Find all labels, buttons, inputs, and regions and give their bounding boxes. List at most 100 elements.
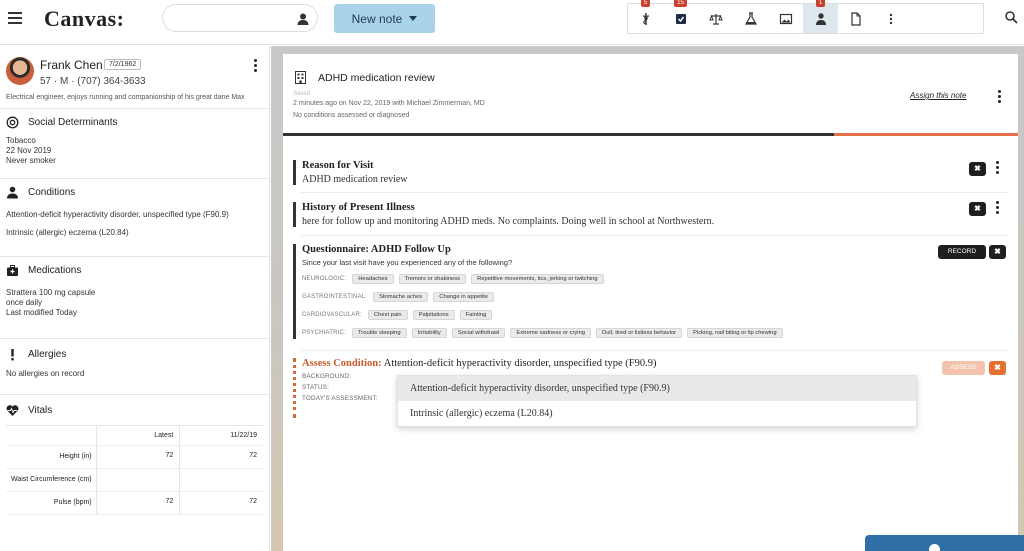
target-icon: [6, 116, 19, 129]
symptom-tag[interactable]: Picking, nail biting or lip chewing: [687, 328, 783, 338]
progress-fill: [283, 133, 835, 136]
questionnaire-row: NEUROLOGIC: Headaches Tremors or shakine…: [302, 273, 953, 285]
scale-tool[interactable]: [698, 4, 733, 33]
section-header[interactable]: Allergies: [0, 339, 269, 369]
close-button[interactable]: ✖: [989, 245, 1006, 259]
search-input[interactable]: [175, 11, 285, 23]
symptom-tag[interactable]: Social withdrawl: [451, 328, 506, 338]
condition-item[interactable]: Attention-deficit hyperactivity disorder…: [6, 210, 263, 220]
new-note-button[interactable]: New note: [334, 4, 435, 33]
section-header[interactable]: Social Determinants: [0, 109, 269, 136]
record-button[interactable]: RECORD: [938, 245, 986, 259]
close-button[interactable]: ✖: [969, 202, 986, 216]
patient-name[interactable]: Frank Chen: [40, 58, 103, 72]
assess-button[interactable]: ASSESS: [942, 361, 985, 375]
symptom-tag[interactable]: Tremors or shakiness: [398, 274, 467, 284]
more-tool[interactable]: [873, 4, 908, 33]
symptom-tag[interactable]: Trouble sleeping: [351, 328, 407, 338]
medication-name[interactable]: Strattera 100 mg capsule: [6, 288, 263, 298]
note-header: ADHD medication review Saved 2 minutes a…: [283, 54, 1018, 136]
close-button[interactable]: ✖: [969, 162, 986, 176]
menu-icon[interactable]: [8, 12, 22, 24]
close-button[interactable]: ✖: [989, 361, 1006, 375]
chevron-down-icon: [409, 16, 418, 21]
symptom-tag[interactable]: Palpitations: [412, 310, 455, 320]
more-vertical-icon[interactable]: [998, 90, 1001, 103]
questionnaire-row: CARDIOVASCULAR: Chest pain Palpitations …: [302, 309, 953, 321]
document-tool[interactable]: [838, 4, 873, 33]
symptom-tag[interactable]: Stomache aches: [373, 292, 429, 302]
section-body: Tobacco 22 Nov 2019 Never smoker: [0, 136, 269, 174]
dob-badge: 7/2/1962: [104, 59, 142, 70]
symptom-tag[interactable]: Repetitive movements, tics, jerking or t…: [471, 274, 604, 284]
section-title: Vitals: [28, 404, 53, 416]
vital-value: 72: [95, 492, 180, 514]
condition-item[interactable]: Intrinsic (allergic) eczema (L20.84): [6, 228, 263, 238]
column-header: Latest: [95, 426, 180, 445]
medications-section: Medications Strattera 100 mg capsule onc…: [0, 256, 269, 338]
questionnaire-row: GASTROINTESTINAL: Stomache aches Change …: [302, 291, 953, 303]
questionnaire-subtitle: Since your last visit have you experienc…: [302, 258, 513, 267]
search-icon[interactable]: [1004, 10, 1018, 24]
section-header[interactable]: Vitals: [0, 395, 269, 425]
symptom-tag[interactable]: Fainting: [459, 310, 493, 320]
more-vertical-icon[interactable]: [996, 161, 999, 174]
dropdown-option[interactable]: Intrinsic (allergic) eczema (L20.84): [398, 401, 916, 426]
divider: [301, 235, 1008, 236]
symptom-tag[interactable]: Chest pain: [367, 310, 408, 320]
table-header: Latest 11/22/19: [6, 426, 263, 446]
note-meta: 2 minutes ago on Nov 22, 2019 with Micha…: [293, 100, 485, 107]
assign-note-link[interactable]: Assign this note: [910, 91, 966, 100]
badge: 5: [640, 0, 651, 7]
assess-label: Assess Condition:: [302, 358, 382, 369]
vital-value: 72: [95, 446, 180, 468]
app-logo[interactable]: Canvas:: [44, 6, 125, 32]
more-vertical-icon[interactable]: [254, 59, 257, 72]
divider: [301, 192, 1008, 193]
assess-title[interactable]: Assess Condition: Attention-deficit hype…: [302, 358, 733, 369]
symptom-tag[interactable]: Headaches: [352, 274, 394, 284]
caduceus-icon: [642, 12, 649, 25]
social-line: Never smoker: [6, 156, 56, 165]
block-text: here for follow up and monitoring ADHD m…: [302, 216, 715, 227]
symptom-tag[interactable]: Change in appetite: [433, 292, 494, 302]
reason-for-visit-block[interactable]: Reason for Visit ADHD medication review: [293, 160, 408, 185]
chat-icon: [929, 544, 940, 551]
lab-tool[interactable]: [733, 4, 768, 33]
symptom-tag[interactable]: Extreme sadness or crying: [510, 328, 592, 338]
note-toolbar: 5 15 1: [627, 0, 984, 34]
section-header[interactable]: Medications: [0, 257, 269, 284]
imaging-tool[interactable]: [768, 4, 803, 33]
caduceus-tool[interactable]: 5: [628, 0, 663, 33]
help-widget[interactable]: [865, 535, 1024, 551]
patient-info: 57 · M · (707) 364-3633: [40, 76, 146, 87]
block-text: ADHD medication review: [302, 174, 408, 185]
scale-icon: [708, 13, 723, 25]
tasks-tool[interactable]: 15: [663, 0, 698, 33]
row-label: GASTROINTESTINAL:: [302, 294, 368, 300]
note-title[interactable]: ADHD medication review: [318, 72, 435, 84]
dropdown-option[interactable]: Attention-deficit hyperactivity disorder…: [398, 376, 916, 401]
table-row: Waist Circumference (cm): [6, 469, 263, 492]
patient-search[interactable]: [162, 4, 318, 32]
more-vertical-icon[interactable]: [996, 201, 999, 214]
medication-line: Last modified Today: [6, 308, 78, 317]
block-title: Reason for Visit: [302, 160, 374, 171]
symptom-tag[interactable]: Irritability: [411, 328, 447, 338]
note-conditions-status: No conditions assessed or diagnosed: [293, 112, 410, 119]
vitals-section: Vitals Latest 11/22/19 Height (in) 72 72…: [0, 394, 269, 515]
section-title: Medications: [28, 265, 82, 276]
vital-value: [179, 469, 263, 491]
section-body: Attention-deficit hyperactivity disorder…: [0, 210, 269, 246]
hpi-block[interactable]: History of Present Illness here for foll…: [293, 202, 714, 227]
social-line: 22 Nov 2019: [6, 146, 52, 155]
referral-tool[interactable]: 1: [803, 0, 838, 33]
vital-name: Height (in): [59, 453, 92, 460]
allergies-section: Allergies No allergies on record: [0, 338, 269, 394]
section-body: No allergies on record: [0, 369, 269, 387]
symptom-tag[interactable]: Dull, tired or listless behavior: [596, 328, 683, 338]
new-note-label: New note: [351, 11, 403, 26]
section-header[interactable]: Conditions: [0, 179, 269, 206]
allergies-text: No allergies on record: [6, 369, 85, 378]
exclamation-icon: [11, 348, 14, 360]
